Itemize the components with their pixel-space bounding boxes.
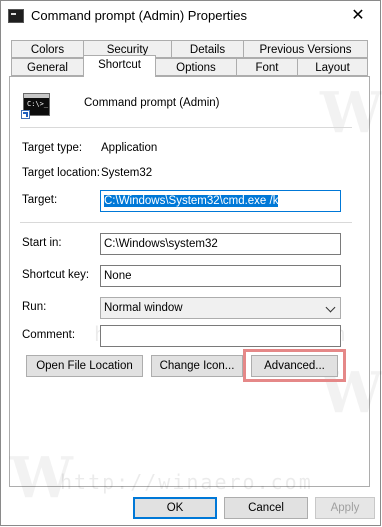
shortcut-key-label: Shortcut key: <box>22 269 90 281</box>
window-title: Command prompt (Admin) Properties <box>31 8 248 23</box>
target-type-label: Target type: <box>22 142 83 154</box>
target-value: C:\Windows\System32\cmd.exe /k <box>104 195 279 207</box>
divider <box>20 127 352 128</box>
shortcut-key-input[interactable]: None <box>100 265 341 287</box>
change-icon-button[interactable]: Change Icon... <box>151 355 243 377</box>
chevron-down-icon <box>325 302 336 313</box>
run-value: Normal window <box>104 302 183 314</box>
tab-details[interactable]: Details <box>171 40 244 58</box>
comment-label: Comment: <box>22 329 76 341</box>
target-input[interactable]: C:\Windows\System32\cmd.exe /k <box>100 190 341 212</box>
run-label: Run: <box>22 301 47 313</box>
tab-shortcut[interactable]: Shortcut <box>83 55 156 77</box>
watermark-url: http://winaero.com <box>60 470 313 494</box>
tab-font[interactable]: Font <box>236 58 298 76</box>
watermark-letter: W <box>320 80 382 146</box>
target-location-value: System32 <box>101 167 153 179</box>
cancel-button[interactable]: Cancel <box>224 497 308 519</box>
target-location-label: Target location: <box>22 167 100 179</box>
tab-previous-versions[interactable]: Previous Versions <box>243 40 368 58</box>
title-bar[interactable]: Command prompt (Admin) Properties ✕ <box>1 1 380 31</box>
tab-general[interactable]: General <box>11 58 84 76</box>
advanced-highlight <box>243 349 346 382</box>
apply-button[interactable]: Apply <box>315 497 375 519</box>
start-in-input[interactable]: C:\Windows\system32 <box>100 233 341 255</box>
open-file-location-button[interactable]: Open File Location <box>26 355 143 377</box>
close-button[interactable]: ✕ <box>336 1 380 31</box>
shortcut-arrow-icon <box>21 110 30 119</box>
comment-input[interactable] <box>100 325 341 347</box>
tab-colors[interactable]: Colors <box>11 40 84 58</box>
start-in-label: Start in: <box>22 237 62 249</box>
tab-options[interactable]: Options <box>155 58 237 76</box>
run-select[interactable]: Normal window <box>100 297 341 319</box>
shortcut-name: Command prompt (Admin) <box>84 97 220 109</box>
target-label: Target: <box>22 194 58 206</box>
cmd-icon <box>8 9 24 23</box>
target-type-value: Application <box>101 142 158 154</box>
ok-button[interactable]: OK <box>133 497 217 519</box>
tab-layout[interactable]: Layout <box>297 58 368 76</box>
divider <box>20 222 352 223</box>
